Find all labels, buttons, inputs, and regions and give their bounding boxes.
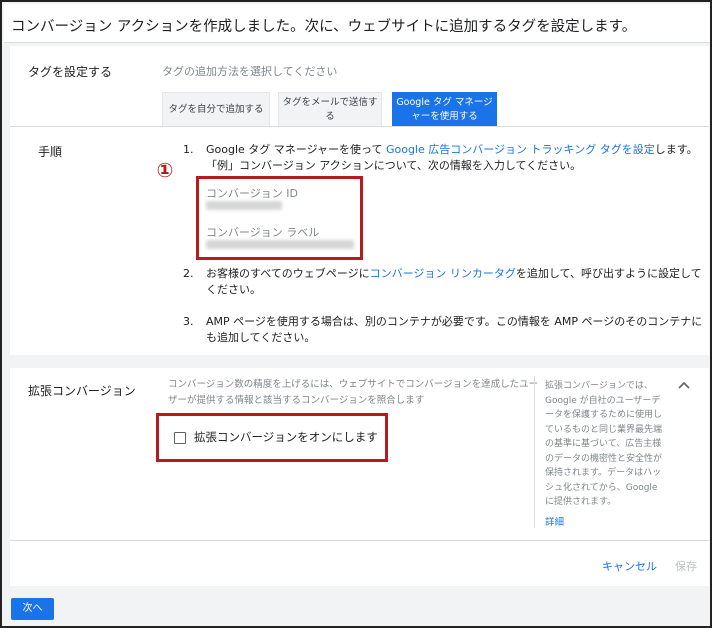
window-frame: コンバージョン アクションを作成しました。次に、ウェブサイトに追加するタグを設定… <box>0 0 712 628</box>
step1-prefix: Google タグ マネージャーを使って <box>206 143 386 156</box>
cancel-button[interactable]: キャンセル <box>602 558 657 574</box>
tag-method-hint: タグの追加方法を選択してください <box>162 65 338 78</box>
side-info-line: のデータの機密性と安全性が <box>545 453 663 464</box>
tab-label-line2: ャーを使用する <box>411 110 478 122</box>
title-bar: コンバージョン アクションを作成しました。次に、ウェブサイトに追加するタグを設定… <box>4 4 710 43</box>
tag-setup-label: タグを設定する <box>28 65 113 79</box>
step3-line1: AMP ページを使用する場合は、別のコンテナが必要です。この情報を AMP ペー… <box>206 315 703 328</box>
page-title: コンバージョン アクションを作成しました。次に、ウェブサイトに追加するタグを設定… <box>11 19 637 35</box>
steps-label: 手順 <box>38 145 63 159</box>
step3-number: 3. <box>183 315 194 328</box>
chevron-up-icon[interactable] <box>678 378 690 392</box>
step1-number: 1. <box>183 143 194 156</box>
next-button[interactable]: 次へ <box>11 598 54 620</box>
step2-text: お客様のすべてのウェブページにコンバージョン リンカータグを追加して、呼び出すよ… <box>206 266 702 282</box>
step1-text: Google タグ マネージャーを使って Google 広告コンバージョン トラ… <box>206 142 698 158</box>
side-info-line: ータを保護するために使用し <box>545 410 663 420</box>
tab-label-line1: タグをメールで送信す <box>282 96 378 108</box>
tab-email-tag[interactable]: タグをメールで送信す る <box>278 92 382 126</box>
conversion-label-value-redacted <box>206 240 354 249</box>
section-separator <box>10 355 709 368</box>
side-info-divider <box>534 376 535 528</box>
side-info-line: に提供されます。 <box>545 497 617 507</box>
settings-panel: タグを設定する タグの追加方法を選択してください タグを自分で追加する タグをメ… <box>10 46 709 586</box>
side-info-line: ているものと同じ業界最先端 <box>545 424 663 435</box>
enhanced-checkbox-label[interactable]: 拡張コンバージョンをオンにします <box>194 429 378 445</box>
side-info-line: 拡張コンバージョンでは、 <box>545 381 653 391</box>
step1-suffix: します。 <box>654 143 698 156</box>
enhanced-desc-line1: コンバージョン数の精度を上げるには、ウェブサイトでコンバージョンを達成したユー <box>168 379 539 390</box>
tab-google-tag-manager[interactable]: Google タグ マネージ ャーを使用する <box>392 92 497 126</box>
details-link[interactable]: 詳細 <box>545 514 564 528</box>
side-info-line: の基準に基づいて、広告主様 <box>545 439 662 449</box>
footer-divider <box>10 540 709 541</box>
enhanced-desc-line2: ザーが提供する情報と該当するコンバージョンを照合します <box>168 395 425 406</box>
save-button[interactable]: 保存 <box>675 558 697 574</box>
conversion-linker-link[interactable]: コンバージョン リンカータグ <box>370 267 516 280</box>
gtm-tracking-tag-link[interactable]: Google 広告コンバージョン トラッキング タグを設定 <box>386 143 655 156</box>
annotation-number-badge: ① <box>156 158 174 182</box>
tab-label-line1: Google タグ マネージ <box>396 96 493 108</box>
enhanced-conversions-checkbox[interactable] <box>174 432 186 444</box>
step2-prefix: お客様のすべてのウェブページに <box>206 267 370 280</box>
step2-line2: ください。 <box>206 283 261 296</box>
step2-number: 2. <box>183 267 194 280</box>
conversion-id-value-redacted <box>206 201 282 210</box>
conversion-label-label: コンバージョン ラベル <box>206 226 320 239</box>
step1-line2: 「例」コンバージョン アクションについて、次の情報を入力してください。 <box>206 159 582 172</box>
conversion-id-label: コンバージョン ID <box>206 187 298 200</box>
tab-label-line2: る <box>325 110 335 122</box>
side-info-line: Google が自社のユーザーデ <box>545 395 661 406</box>
tab-add-tag-yourself[interactable]: タグを自分で追加する <box>162 92 270 126</box>
side-info-line: シュ化されてから、Google <box>545 482 658 493</box>
enhanced-conversions-label: 拡張コンバージョン <box>28 384 136 398</box>
step3-line2: も追加してください。 <box>206 331 316 344</box>
tab-label: タグを自分で追加する <box>168 103 264 115</box>
side-info-line: 保持されます。データはハッ <box>545 468 662 478</box>
step2-suffix: を追加して、呼び出すように設定して <box>515 267 702 280</box>
tabs-divider <box>10 126 709 127</box>
